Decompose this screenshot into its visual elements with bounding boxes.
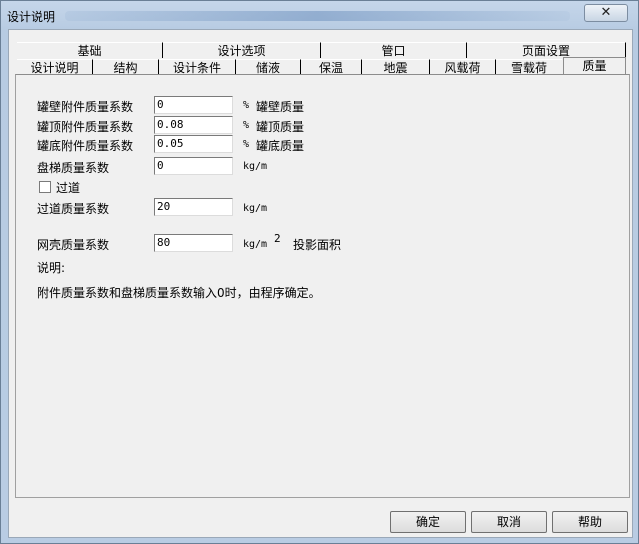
walkway-checkbox-label: 过道 bbox=[56, 181, 81, 195]
dome-unit: kg/m bbox=[243, 239, 268, 250]
note-heading: 说明: bbox=[37, 261, 66, 275]
bottom-attach-unit: % bbox=[243, 139, 250, 150]
bottom-attach-input[interactable]: 0.05 bbox=[154, 135, 233, 153]
dome-unit-label: 投影面积 bbox=[293, 238, 342, 252]
stair-label: 盘梯质量系数 bbox=[37, 161, 110, 175]
dialog-window: 设计说明 ✕ 基础 设计选项 管口 页面设置 设计说明 结构 设计条件 储液 保… bbox=[0, 0, 639, 544]
wall-attach-input[interactable]: 0 bbox=[154, 96, 233, 114]
cancel-button[interactable]: 取消 bbox=[471, 511, 547, 533]
tab-row-bottom: 设计说明 结构 设计条件 储液 保温 地震 风载荷 雪载荷 质量 bbox=[17, 57, 626, 75]
roof-attach-unit-label: 罐顶质量 bbox=[256, 120, 305, 134]
tab-page-setup[interactable]: 页面设置 bbox=[466, 42, 626, 58]
wall-attach-unit: % bbox=[243, 100, 250, 111]
tab-foundation[interactable]: 基础 bbox=[17, 42, 162, 58]
walkway-input[interactable]: 20 bbox=[154, 198, 233, 216]
stair-input[interactable]: 0 bbox=[154, 157, 233, 175]
walkway-unit: kg/m bbox=[243, 203, 268, 214]
bottom-attach-label: 罐底附件质量系数 bbox=[37, 139, 134, 153]
dome-unit-superscript: 2 bbox=[274, 232, 281, 245]
close-button[interactable]: ✕ bbox=[584, 4, 628, 22]
roof-attach-unit: % bbox=[243, 120, 250, 131]
tab-panel-mass: 罐壁附件质量系数 0 % 罐壁质量 罐顶附件质量系数 0.08 % 罐顶质量 罐… bbox=[15, 74, 630, 498]
wall-attach-label: 罐壁附件质量系数 bbox=[37, 100, 134, 114]
tab-structure[interactable]: 结构 bbox=[92, 59, 158, 75]
tab-liquid[interactable]: 储液 bbox=[235, 59, 300, 75]
walkway-label: 过道质量系数 bbox=[37, 202, 110, 216]
walkway-checkbox[interactable] bbox=[39, 181, 51, 193]
note-text: 附件质量系数和盘梯质量系数输入0时，由程序确定。 bbox=[37, 286, 321, 300]
tab-design-notes[interactable]: 设计说明 bbox=[17, 59, 92, 75]
dialog-client: 基础 设计选项 管口 页面设置 设计说明 结构 设计条件 储液 保温 地震 风载… bbox=[8, 29, 633, 538]
tab-snow-load[interactable]: 雪载荷 bbox=[495, 59, 562, 75]
ok-button[interactable]: 确定 bbox=[390, 511, 466, 533]
title-glow bbox=[65, 11, 570, 21]
help-button[interactable]: 帮助 bbox=[552, 511, 628, 533]
wall-attach-unit-label: 罐壁质量 bbox=[256, 100, 305, 114]
dome-input[interactable]: 80 bbox=[154, 234, 233, 252]
dome-label: 网壳质量系数 bbox=[37, 238, 110, 252]
tab-design-conditions[interactable]: 设计条件 bbox=[158, 59, 235, 75]
tab-insulation[interactable]: 保温 bbox=[300, 59, 361, 75]
close-icon: ✕ bbox=[600, 5, 612, 20]
tab-mass[interactable]: 质量 bbox=[563, 57, 626, 75]
stair-unit: kg/m bbox=[243, 161, 268, 172]
tab-wind-load[interactable]: 风载荷 bbox=[429, 59, 495, 75]
tab-design-options[interactable]: 设计选项 bbox=[162, 42, 320, 58]
roof-attach-label: 罐顶附件质量系数 bbox=[37, 120, 134, 134]
tab-row-top: 基础 设计选项 管口 页面设置 bbox=[17, 42, 626, 58]
title-bar: 设计说明 ✕ bbox=[1, 1, 638, 28]
roof-attach-input[interactable]: 0.08 bbox=[154, 116, 233, 134]
tab-nozzles[interactable]: 管口 bbox=[320, 42, 466, 58]
bottom-attach-unit-label: 罐底质量 bbox=[256, 139, 305, 153]
window-title: 设计说明 bbox=[7, 10, 56, 24]
tab-seismic[interactable]: 地震 bbox=[361, 59, 429, 75]
